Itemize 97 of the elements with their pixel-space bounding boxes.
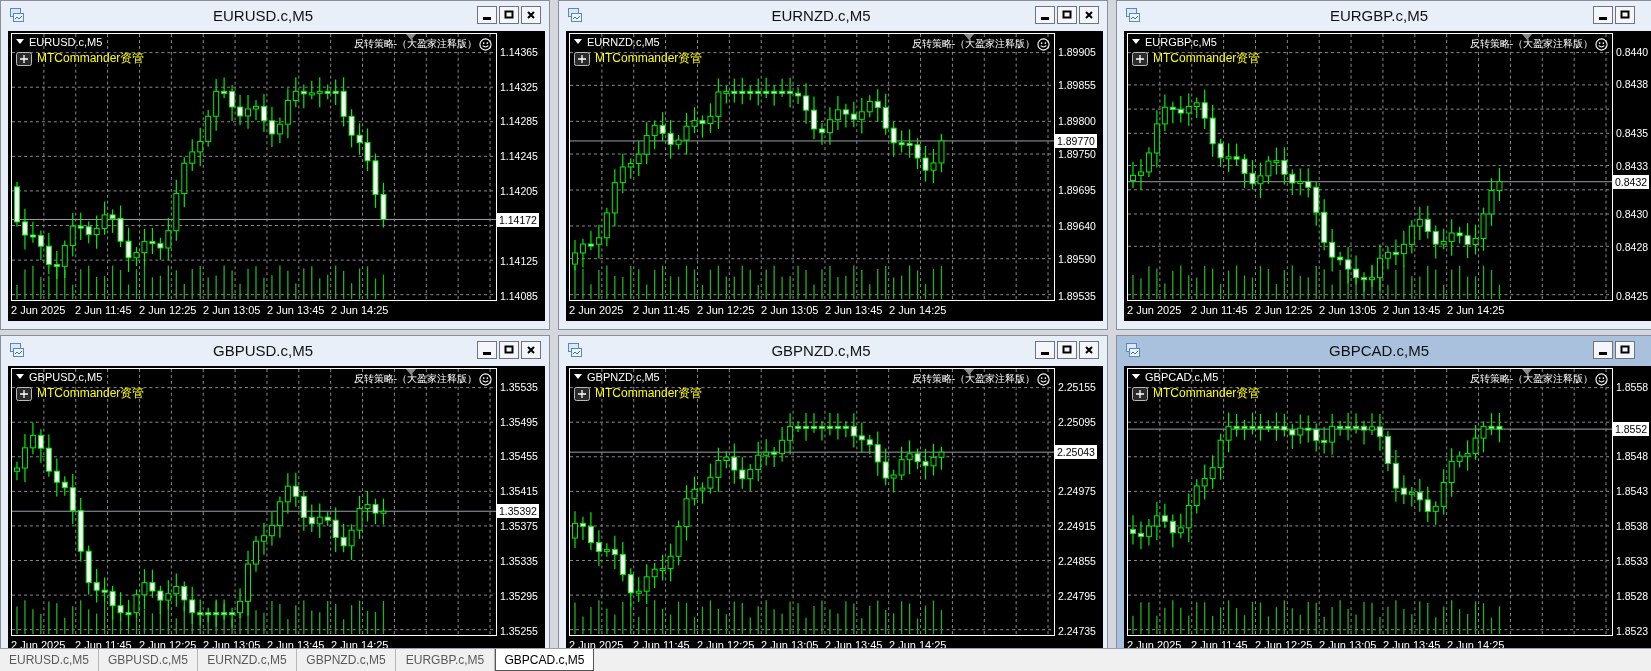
price-axis-label: 0.8428 [1616,239,1649,254]
price-axis-label: 1.8558 [1616,379,1649,394]
price-axis-label: 1.89750 [1058,146,1096,161]
price-axis-label: 1.14325 [500,79,538,94]
current-price-label: 1.89770 [1055,133,1097,148]
expert-label: 反转策略-（大盈家注释版） [911,37,1035,51]
price-axis-label: 0.8433 [1616,158,1649,173]
time-axis-label: 2 Jun 11:45 [75,304,132,316]
window-tab[interactable]: GBPNZD.c,M5 [297,649,396,671]
time-axis-label: 2 Jun 13:45 [1383,304,1441,316]
price-axis-label: 2.24795 [1058,588,1096,603]
price-axis-label: 2.24915 [1058,519,1096,534]
price-axis-label: 1.8533 [1616,553,1649,568]
price-axis-label: 0.8438 [1616,77,1649,92]
indicator-label: MTCommander资管 [1153,385,1261,402]
indicator-label: MTCommander资管 [595,385,703,402]
price-axis-label: 1.89640 [1058,219,1096,234]
price-axis-label: 1.89855 [1058,77,1096,92]
price-axis-label: 1.14085 [500,288,538,303]
symbol-label: EURUSD.c,M5 [29,36,103,48]
expert-label: 反转策略-（大盈家注释版） [1469,37,1593,51]
price-axis-label: 0.8435 [1616,126,1649,141]
price-axis-label: 1.8523 [1616,623,1649,638]
price-axis-label: 1.89905 [1058,44,1096,59]
time-axis-label: 2 Jun 2025 [569,304,624,316]
window-title: GBPCAD.c,M5 [1328,341,1430,359]
symbol-label: GBPNZD.c,M5 [587,371,660,383]
price-axis-label: 2.25095 [1058,414,1096,429]
price-axis-label: 2.24855 [1058,553,1096,568]
time-axis-label: 2 Jun 12:25 [139,304,197,316]
time-axis-label: 2 Jun 13:05 [203,304,261,316]
time-axis-label: 2 Jun 2025 [11,304,66,316]
time-axis-label: 2 Jun 13:45 [825,304,883,316]
price-axis-label: 2.24735 [1058,623,1096,638]
time-axis-label: 2 Jun 12:25 [697,304,755,316]
symbol-label: GBPUSD.c,M5 [29,371,103,383]
symbol-label: EURNZD.c,M5 [587,36,660,48]
price-axis-label: 1.35375 [500,519,538,534]
price-axis-label: 1.35455 [500,449,538,464]
expert-label: 反转策略-（大盈家注释版） [911,372,1035,386]
price-axis-label: 1.8543 [1616,484,1649,499]
price-axis-label: 1.35295 [500,588,538,603]
price-axis-label: 1.89535 [1058,288,1096,303]
price-axis-label: 1.35335 [500,553,538,568]
time-axis-label: 2 Jun 14:25 [889,304,947,316]
price-axis-label: 1.14245 [500,149,538,164]
window-title: GBPNZD.c,M5 [770,341,872,359]
price-axis-label: 0.8440 [1616,44,1649,59]
window-title: EURGBP.c,M5 [1328,6,1430,24]
price-axis-label: 1.8528 [1616,588,1649,603]
indicator-label: MTCommander资管 [1153,50,1261,67]
current-price-label: 1.35392 [497,504,539,519]
window-tab[interactable]: EURUSD.c,M5 [0,649,99,671]
time-axis-label: 2 Jun 11:45 [633,304,690,316]
price-axis-label: 1.89800 [1058,113,1096,128]
symbol-label: GBPCAD.c,M5 [1145,371,1219,383]
expert-label: 反转策略-（大盈家注释版） [353,37,477,51]
expert-label: 反转策略-（大盈家注释版） [1469,372,1593,386]
current-price-label: 1.8552 [1613,421,1650,436]
price-axis-label: 1.14125 [500,253,538,268]
time-axis-label: 2 Jun 13:05 [1319,304,1377,316]
time-axis-label: 2 Jun 11:45 [1191,304,1248,316]
time-axis-label: 2 Jun 14:25 [1447,304,1505,316]
current-price-label: 0.8432 [1613,174,1650,189]
price-axis-label: 1.14285 [500,114,538,129]
price-axis-label: 0.8425 [1616,288,1649,303]
time-axis-label: 2 Jun 12:25 [1255,304,1313,316]
window-title: EURUSD.c,M5 [212,6,314,24]
time-axis-label: 2 Jun 13:45 [267,304,325,316]
price-axis-label: 1.14365 [500,44,538,59]
price-axis-label: 2.24975 [1058,484,1096,499]
price-axis-label: 0.8430 [1616,207,1649,222]
price-axis-label: 1.14205 [500,184,538,199]
window-tab[interactable]: EURNZD.c,M5 [198,649,297,671]
time-axis-label: 2 Jun 14:25 [331,304,389,316]
price-axis-label: 1.8548 [1616,449,1649,464]
price-axis-label: 1.35415 [500,484,538,499]
indicator-label: MTCommander资管 [37,385,145,402]
price-axis-label: 2.25155 [1058,379,1096,394]
window-tab[interactable]: GBPUSD.c,M5 [99,649,198,671]
time-axis-label: 2 Jun 2025 [1127,304,1182,316]
window-title: GBPUSD.c,M5 [212,341,314,359]
window-title: EURNZD.c,M5 [770,6,872,24]
price-axis-label: 1.35255 [500,623,538,638]
price-axis-label: 1.8538 [1616,519,1649,534]
current-price-label: 2.25043 [1055,444,1097,459]
price-axis-label: 1.35535 [500,379,538,394]
price-axis-label: 1.35495 [500,414,538,429]
time-axis-label: 2 Jun 13:05 [761,304,819,316]
price-axis-label: 1.89695 [1058,183,1096,198]
indicator-label: MTCommander资管 [37,50,145,67]
indicator-label: MTCommander资管 [595,50,703,67]
current-price-label: 1.14172 [497,212,539,227]
window-tab[interactable]: GBPCAD.c,M5 [495,649,594,671]
symbol-label: EURGBP.c,M5 [1145,36,1217,48]
price-axis-label: 1.89590 [1058,252,1096,267]
expert-label: 反转策略-（大盈家注释版） [353,372,477,386]
